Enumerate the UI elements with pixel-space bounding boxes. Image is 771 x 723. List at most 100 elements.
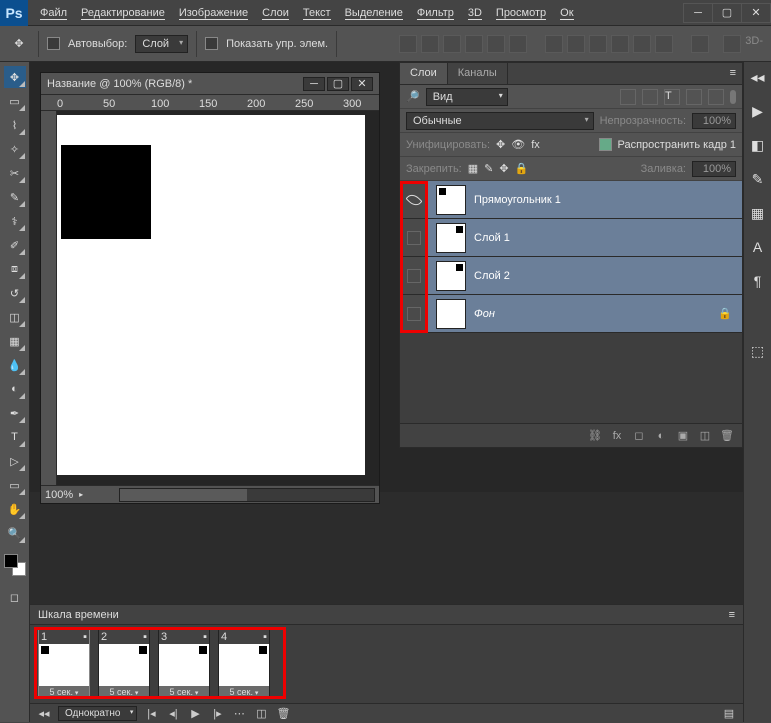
filter-kind-dropdown[interactable]: Вид <box>426 88 508 106</box>
paragraph-panel-icon[interactable]: ¶ <box>749 272 767 290</box>
layer-row[interactable]: Слой 2 <box>400 257 742 295</box>
layer-name[interactable]: Прямоугольник 1 <box>474 194 742 206</box>
lock-position-icon[interactable]: ✎ <box>484 162 493 175</box>
status-chevron-icon[interactable]: ▸ <box>79 490 83 499</box>
layer-row[interactable]: Фон 🔒 <box>400 295 742 333</box>
filter-pixel-icon[interactable] <box>620 89 636 105</box>
type-tool[interactable]: T <box>4 426 26 448</box>
menu-filter[interactable]: Фильтр <box>411 3 460 23</box>
visibility-toggle[interactable] <box>407 307 421 321</box>
healing-brush-tool[interactable]: ⚕ <box>4 210 26 232</box>
brush-tool[interactable]: ✐ <box>4 234 26 256</box>
menu-3d[interactable]: 3D <box>462 3 488 23</box>
swatches-panel-icon[interactable]: ▦ <box>749 204 767 222</box>
fill-field[interactable]: 100% <box>692 161 736 177</box>
opacity-field[interactable]: 100% <box>692 113 736 129</box>
frame-delay[interactable]: 5 сек. <box>159 686 209 698</box>
adjustment-layer-icon[interactable]: ◐ <box>654 429 668 443</box>
lock-all-icon[interactable]: 🔒 <box>515 162 529 175</box>
eraser-tool[interactable]: ◫ <box>4 306 26 328</box>
3d-panel-icon[interactable]: ⬚ <box>749 342 767 360</box>
path-selection-tool[interactable]: ▷ <box>4 450 26 472</box>
visibility-eye-icon[interactable] <box>405 191 422 208</box>
menu-layer[interactable]: Слои <box>256 3 295 23</box>
eyedropper-tool[interactable]: ✎ <box>4 186 26 208</box>
panel-menu-icon[interactable]: ≡ <box>724 63 742 84</box>
layer-row[interactable]: Прямоугольник 1 <box>400 181 742 219</box>
filter-shape-icon[interactable] <box>686 89 702 105</box>
group-icon[interactable]: ▣ <box>676 429 690 443</box>
tab-layers[interactable]: Слои <box>400 63 448 84</box>
timeline-frame[interactable]: 1▪ 5 сек. <box>38 629 90 699</box>
doc-maximize-button[interactable]: ▢ <box>327 77 349 91</box>
link-layers-icon[interactable]: ⛓ <box>588 429 602 443</box>
dodge-tool[interactable]: ◐ <box>4 378 26 400</box>
next-frame-icon[interactable]: |▸ <box>209 707 225 721</box>
distribute-vcenter-icon[interactable] <box>567 35 585 53</box>
menu-edit[interactable]: Редактирование <box>75 3 171 23</box>
layer-fx-icon[interactable]: fx <box>610 429 624 443</box>
layer-row[interactable]: Слой 1 <box>400 219 742 257</box>
crop-tool[interactable]: ✂ <box>4 162 26 184</box>
layer-thumbnail[interactable] <box>436 223 466 253</box>
unify-visibility-icon[interactable]: 👁 <box>511 138 525 151</box>
brushes-panel-icon[interactable]: ✎ <box>749 170 767 188</box>
timeline-rewind-icon[interactable]: ◂◂ <box>36 707 52 721</box>
timeline-frame[interactable]: 3▪ 5 сек. <box>158 629 210 699</box>
distribute-bottom-icon[interactable] <box>589 35 607 53</box>
magic-wand-tool[interactable]: ✧ <box>4 138 26 160</box>
blend-mode-dropdown[interactable]: Обычные <box>406 112 594 130</box>
shape-tool[interactable]: ▭ <box>4 474 26 496</box>
maximize-button[interactable]: ▢ <box>712 3 742 23</box>
timeline-menu-icon[interactable]: ≡ <box>729 609 735 621</box>
filter-toggle[interactable] <box>730 90 736 104</box>
filter-type-icon[interactable]: T <box>664 89 680 105</box>
unify-style-icon[interactable]: fx <box>531 139 540 151</box>
zoom-value[interactable]: 100% <box>45 489 73 501</box>
layer-name[interactable]: Слой 2 <box>474 270 742 282</box>
doc-close-button[interactable]: ✕ <box>351 77 373 91</box>
menu-file[interactable]: Файл <box>34 3 73 23</box>
distribute-right-icon[interactable] <box>655 35 673 53</box>
tween-icon[interactable]: ⋯ <box>231 707 247 721</box>
frame-delay[interactable]: 5 сек. <box>39 686 89 698</box>
canvas-viewport[interactable] <box>57 111 379 485</box>
hand-tool[interactable]: ✋ <box>4 498 26 520</box>
frame-delay[interactable]: 5 сек. <box>99 686 149 698</box>
auto-align-icon[interactable] <box>691 35 709 53</box>
minimize-button[interactable]: ─ <box>683 3 713 23</box>
pen-tool[interactable]: ✒ <box>4 402 26 424</box>
visibility-toggle[interactable] <box>407 269 421 283</box>
horizontal-scrollbar[interactable] <box>119 488 375 502</box>
unify-position-icon[interactable]: ✥ <box>496 138 505 151</box>
layer-thumbnail[interactable] <box>436 261 466 291</box>
align-vcenter-icon[interactable] <box>421 35 439 53</box>
delete-frame-icon[interactable]: 🗑 <box>275 707 291 721</box>
propagate-checkbox[interactable] <box>599 138 612 151</box>
filter-smart-icon[interactable] <box>708 89 724 105</box>
layer-thumbnail[interactable] <box>436 185 466 215</box>
new-layer-icon[interactable]: ◫ <box>698 429 712 443</box>
quickmask-tool[interactable]: ◻ <box>4 586 26 608</box>
frame-delay[interactable]: 5 сек. <box>219 686 269 698</box>
canvas[interactable] <box>57 115 365 475</box>
align-right-icon[interactable] <box>509 35 527 53</box>
layer-name[interactable]: Слой 1 <box>474 232 742 244</box>
convert-timeline-icon[interactable]: ▤ <box>721 707 737 721</box>
menu-select[interactable]: Выделение <box>339 3 409 23</box>
play-icon[interactable]: ▶ <box>187 707 203 721</box>
distribute-top-icon[interactable] <box>545 35 563 53</box>
layer-name[interactable]: Фон <box>474 308 718 320</box>
menu-window[interactable]: Ок <box>554 3 579 23</box>
3d-mode-icon[interactable] <box>723 35 741 53</box>
align-top-icon[interactable] <box>399 35 417 53</box>
menu-type[interactable]: Текст <box>297 3 337 23</box>
timeline-frame[interactable]: 4▪ 5 сек. <box>218 629 270 699</box>
prev-frame-icon[interactable]: ◂| <box>165 707 181 721</box>
close-button[interactable]: ✕ <box>741 3 771 23</box>
menu-image[interactable]: Изображение <box>173 3 254 23</box>
zoom-tool[interactable]: 🔍 <box>4 522 26 544</box>
autoselect-checkbox[interactable] <box>47 37 60 50</box>
menu-view[interactable]: Просмотр <box>490 3 552 23</box>
history-panel-icon[interactable]: ▶ <box>749 102 767 120</box>
